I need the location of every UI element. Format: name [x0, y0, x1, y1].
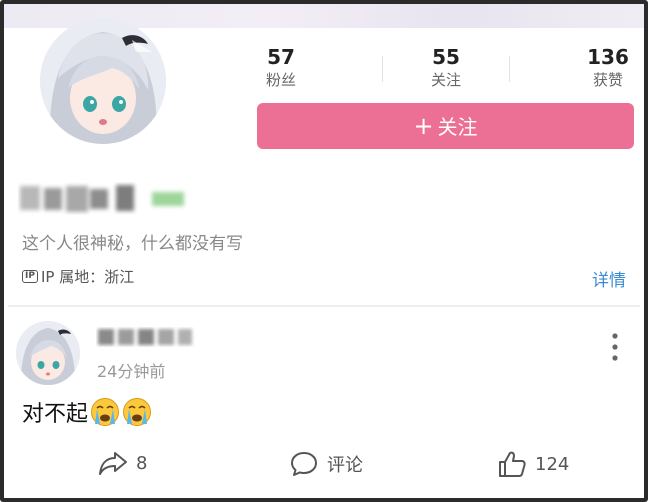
plus-icon: + — [413, 112, 434, 140]
username-blurred — [18, 180, 193, 216]
like-icon — [499, 451, 526, 477]
likes-label: 获赞 — [592, 71, 623, 89]
post-author-avatar[interactable] — [16, 321, 80, 385]
comment-icon — [291, 452, 317, 476]
post-content: 对不起 — [22, 396, 152, 428]
ip-icon: IP — [22, 270, 38, 283]
profile-bio: 这个人很神秘，什么都没有写 — [22, 234, 243, 254]
followers-count: 57 — [267, 45, 295, 69]
post-author-name-blurred[interactable] — [96, 324, 196, 350]
crying-face-icon — [90, 397, 120, 427]
stats-divider — [382, 56, 383, 82]
comment-button[interactable]: 评论 — [289, 450, 363, 478]
profile-stats: 57 粉丝 55 关注 136 获赞 — [234, 44, 644, 94]
like-count: 124 — [535, 453, 570, 475]
share-button[interactable]: 8 — [98, 450, 147, 476]
stats-divider — [509, 56, 510, 82]
profile-avatar[interactable] — [40, 18, 166, 144]
post-text: 对不起 — [22, 402, 89, 427]
profile-page: 57 粉丝 55 关注 136 获赞 + 关注 这个人很神秘，什么都没有写 IP… — [0, 0, 648, 502]
stat-following[interactable]: 55 关注 — [401, 44, 491, 90]
share-icon — [99, 452, 127, 475]
likes-count: 136 — [587, 45, 629, 69]
ip-location-row: IP IP 属地：浙江 — [22, 266, 134, 287]
following-label: 关注 — [430, 71, 461, 89]
share-count: 8 — [136, 452, 148, 474]
stat-followers[interactable]: 57 粉丝 — [236, 44, 326, 90]
details-link[interactable]: 详情 — [592, 266, 626, 291]
followers-label: 粉丝 — [265, 71, 296, 89]
crying-face-icon — [122, 397, 152, 427]
post-action-bar: 8 评论 124 — [4, 450, 644, 486]
following-count: 55 — [432, 45, 460, 69]
section-divider — [8, 305, 640, 307]
follow-button[interactable]: + 关注 — [257, 103, 634, 149]
comment-label: 评论 — [327, 455, 363, 476]
more-options-icon[interactable] — [607, 332, 623, 364]
stat-likes[interactable]: 136 获赞 — [563, 44, 644, 90]
post-timestamp: 24分钟前 — [97, 362, 166, 381]
ip-location-text: IP 属地：浙江 — [40, 268, 135, 286]
follow-button-label: 关注 — [437, 115, 478, 139]
like-button[interactable]: 124 — [497, 450, 569, 478]
